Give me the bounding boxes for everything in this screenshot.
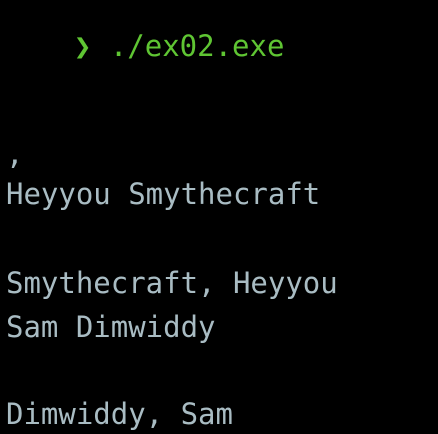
- output-line-last-first: Smythecraft, Heyyou: [6, 266, 338, 300]
- command-text: ./ex02.exe: [109, 29, 285, 63]
- chevron-right-icon: ❯: [73, 29, 92, 63]
- output-line-comma: ,: [6, 137, 24, 171]
- output-line-first-last: Heyyou Smythecraft: [6, 177, 321, 211]
- output-line-last-first-2: Dimwiddy, Sam: [6, 397, 233, 431]
- terminal-window[interactable]: ❯ ./ex02.exe , Heyyou Smythecraft Smythec…: [0, 0, 438, 434]
- output-line-first-last-2: Sam Dimwiddy: [6, 310, 216, 344]
- prompt-line: ❯ ./ex02.exe: [4, 3, 285, 90]
